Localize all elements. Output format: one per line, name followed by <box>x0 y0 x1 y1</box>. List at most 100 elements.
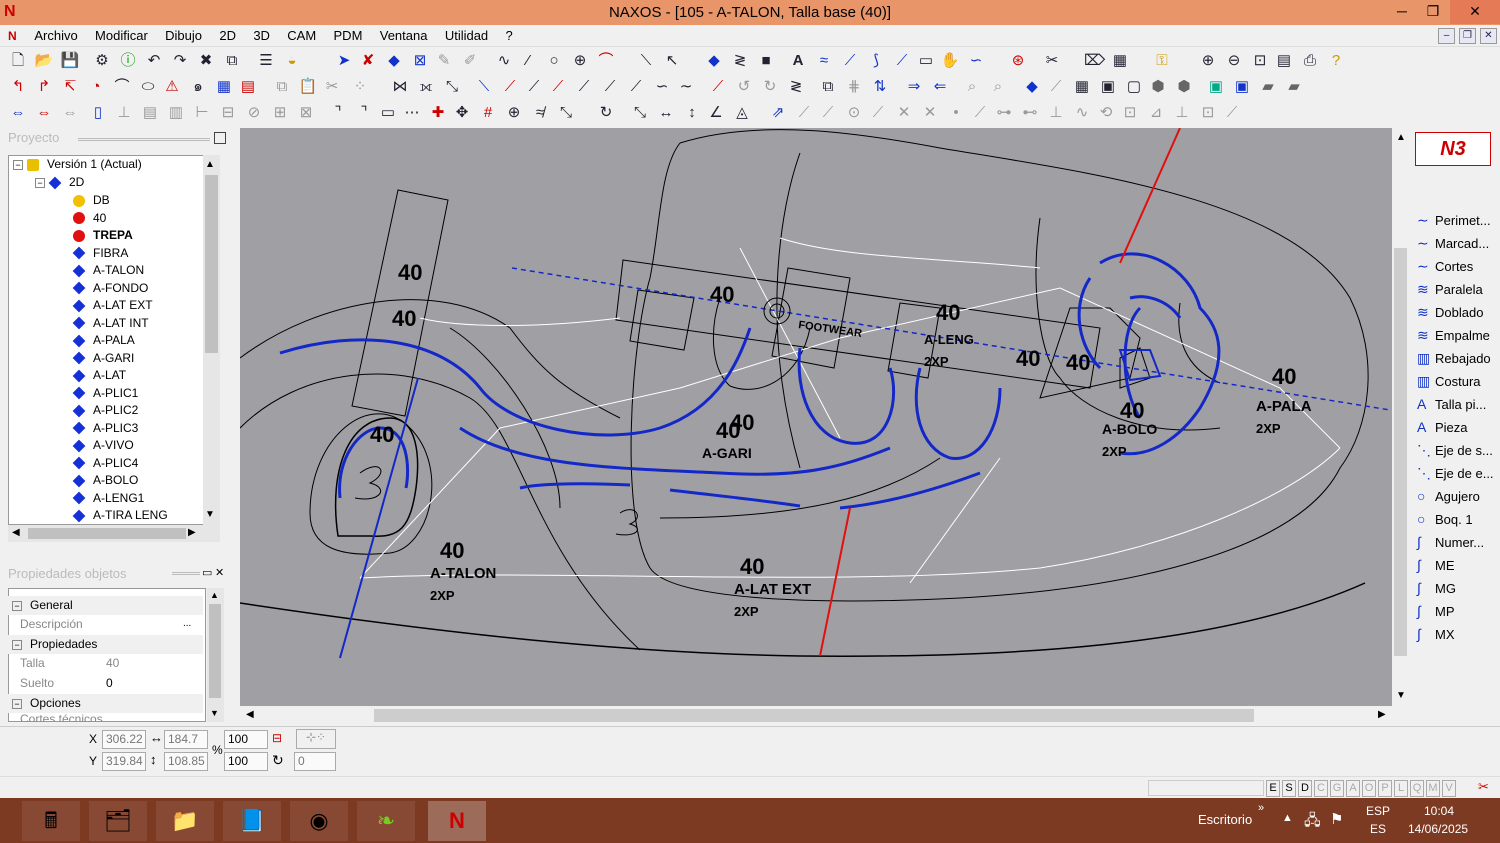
tree-item[interactable]: A-LENG1 <box>72 490 144 507</box>
move2-icon[interactable]: ✥ <box>452 103 472 123</box>
status-flag[interactable]: D <box>1298 780 1312 797</box>
shape-icon[interactable]: ⬢ <box>1148 77 1168 97</box>
pointer-icon[interactable]: ↖ <box>662 51 682 71</box>
hook-icon[interactable]: ⟆ <box>866 51 886 71</box>
snap17-icon[interactable]: ⊥ <box>1172 103 1192 123</box>
tool-item[interactable]: ∫ MX <box>1417 624 1455 644</box>
radius-icon[interactable]: ◬ <box>732 103 752 123</box>
network-icon[interactable]: 🖧 <box>1304 810 1321 835</box>
line-icon[interactable]: ⁄ <box>518 51 538 71</box>
join-icon[interactable]: ⟋ <box>524 77 544 97</box>
rotate-icon-small[interactable]: ↻ <box>272 752 284 769</box>
arc-fill-icon[interactable]: ◔ <box>86 77 106 97</box>
extend-icon[interactable]: ⤡ <box>442 77 462 97</box>
search-icon[interactable]: ⌕ <box>962 77 982 97</box>
grid-icon[interactable]: ▦ <box>214 77 234 97</box>
toolbar-expand-icon[interactable]: » <box>1258 802 1264 814</box>
tree-item[interactable]: TREPA <box>73 227 133 244</box>
flag-icon[interactable]: ⚑ <box>1330 810 1343 828</box>
dashes-icon[interactable]: ⋯ <box>402 103 422 123</box>
chamfer-icon[interactable]: ⟋ <box>600 77 620 97</box>
snap4-icon[interactable]: ⊙ <box>844 103 864 123</box>
status-flag[interactable]: E <box>1266 780 1280 797</box>
cube-icon[interactable]: ▣ <box>1206 77 1226 97</box>
props-scroll-up-icon[interactable]: ▲ <box>210 590 219 600</box>
clock-date[interactable]: 14/06/2025 <box>1408 822 1468 836</box>
mirror-icon[interactable]: ⋈ <box>390 77 410 97</box>
hscroll-thumb[interactable] <box>374 709 1254 722</box>
scroll-up-icon[interactable]: ▲ <box>205 159 215 170</box>
vscroll-down-icon[interactable]: ▼ <box>1396 690 1406 701</box>
clock-time[interactable]: 10:04 <box>1424 804 1454 818</box>
distribute-icon[interactable]: ⇅ <box>870 77 890 97</box>
height-field[interactable]: 108.85 <box>164 752 208 771</box>
taskbar-explorer-app[interactable]: 🗂 <box>89 801 147 841</box>
layers-icon[interactable]: ☰ <box>256 51 276 71</box>
taskbar-chrome[interactable]: ◉ <box>290 801 348 841</box>
snap15-icon[interactable]: ⊡ <box>1120 103 1140 123</box>
tree-root[interactable]: − Versión 1 (Actual) <box>13 156 142 173</box>
print-icon[interactable]: ⎙ <box>1300 51 1320 71</box>
curve2-icon[interactable]: ≉ <box>530 103 550 123</box>
rotate-left-icon[interactable]: ↺ <box>734 77 754 97</box>
help-icon[interactable]: ? <box>1326 51 1346 71</box>
tree-item[interactable]: A-GARI <box>72 350 134 367</box>
zigzag-icon[interactable]: ≷ <box>730 51 750 71</box>
key-icon[interactable]: ⚿ <box>1152 51 1172 71</box>
panel-close-button[interactable]: ✕ <box>215 566 224 579</box>
rect-icon[interactable]: ▭ <box>916 51 936 71</box>
taskbar-notes[interactable]: 📘 <box>223 801 281 841</box>
text-icon[interactable]: A <box>788 51 808 71</box>
paste-icon[interactable]: 📋 <box>298 77 318 97</box>
mdi-minimize-button[interactable]: – <box>1438 28 1455 44</box>
layout-label[interactable]: ES <box>1370 822 1386 836</box>
pen-icon[interactable]: ✎ <box>434 51 454 71</box>
tree-scrollbar[interactable]: ▲ ▼ <box>203 155 220 525</box>
snap2-icon[interactable]: ⟋ <box>794 103 814 123</box>
taskbar-calculator[interactable]: 🖩 <box>22 801 80 841</box>
curve-icon[interactable]: ∿ <box>494 51 514 71</box>
snap-icon[interactable]: ⇗ <box>768 103 788 123</box>
menu-3d[interactable]: 3D <box>246 25 277 46</box>
tree-scroll-thumb[interactable] <box>205 175 218 353</box>
new-icon[interactable]: 🗋 <box>8 51 28 71</box>
array-icon[interactable]: ⁘ <box>350 77 370 97</box>
frame-icon[interactable]: ⊠ <box>410 51 430 71</box>
arc-right-icon[interactable]: ↱ <box>34 77 54 97</box>
copy2-icon[interactable]: ⧉ <box>272 77 292 97</box>
target-icon[interactable]: ⊛ <box>1008 51 1028 71</box>
search2-icon[interactable]: ⌕ <box>988 77 1008 97</box>
ellipse-icon[interactable]: ⬭ <box>138 77 158 97</box>
export-icon[interactable]: ⇐ <box>930 77 950 97</box>
open-icon[interactable]: 📂 <box>34 51 54 71</box>
tool-item[interactable]: ∫ MP <box>1417 601 1455 621</box>
menu-archivo[interactable]: Archivo <box>27 25 84 46</box>
info-icon[interactable]: ⓘ <box>118 51 138 71</box>
status-flag[interactable]: V <box>1442 780 1456 797</box>
tool-item[interactable]: ≋ Paralela <box>1417 279 1483 299</box>
status-flag[interactable]: P <box>1378 780 1392 797</box>
tree-hscrollbar[interactable]: ◀ ▶ <box>8 525 220 542</box>
corner-icon[interactable]: ⌝ <box>328 103 348 123</box>
status-flag[interactable]: Q <box>1410 780 1424 797</box>
square-icon[interactable]: ■ <box>756 51 776 71</box>
delete-icon[interactable]: ✖ <box>196 51 216 71</box>
snap14-icon[interactable]: ⟲ <box>1096 103 1116 123</box>
tree-2d[interactable]: −2D <box>35 174 84 191</box>
hash-icon[interactable]: # <box>478 103 498 123</box>
panel-pin-button[interactable] <box>214 132 226 144</box>
snap19-icon[interactable]: ⟋ <box>1222 103 1242 123</box>
measure-icon[interactable]: ⤡ <box>630 103 650 123</box>
cut-icon[interactable]: ✂ <box>1042 51 1062 71</box>
height-icon[interactable]: ↕ <box>682 103 702 123</box>
close-button[interactable]: ✕ <box>1450 0 1500 24</box>
seam-icon[interactable]: ⇔ <box>8 103 28 123</box>
scale-x-field[interactable]: 100 <box>224 730 268 749</box>
tree-item[interactable]: DB <box>73 192 110 209</box>
prop-suelto[interactable]: Suelto 0 <box>8 674 203 693</box>
tag-icon[interactable]: ⌦ <box>1084 51 1105 71</box>
smooth-icon[interactable]: ∼ <box>676 77 696 97</box>
panel-float-button[interactable]: ▭ <box>202 566 212 579</box>
zoom-fit-icon[interactable]: ⊡ <box>1250 51 1270 71</box>
snap10-icon[interactable]: ⊶ <box>994 103 1014 123</box>
